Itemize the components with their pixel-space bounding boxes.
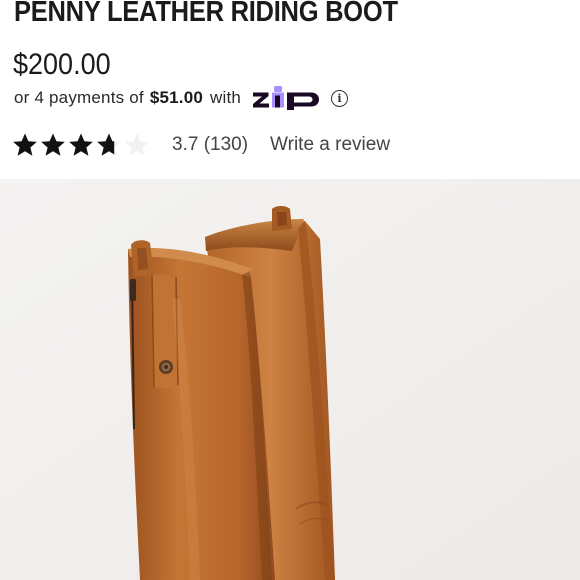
product-image[interactable] [0,179,580,580]
installment-prefix: or 4 payments of [14,88,144,107]
star-rating [12,132,152,158]
star-icon [97,133,121,156]
installment-suffix: with [210,88,242,107]
installment-offer: or 4 payments of $51.00 with zip i [14,86,349,110]
star-icon [125,133,149,156]
rating-summary: 3.7 (130) [172,134,249,155]
product-title: PENNY LEATHER RIDING BOOT [14,0,398,28]
star-icon [69,133,93,156]
star-icon [41,133,65,156]
info-icon[interactable]: i [331,89,349,107]
rating-row: 3.7 (130) Write a review [12,129,390,161]
star-icon [13,133,37,156]
product-price: $200.00 [13,48,111,81]
installment-amount: $51.00 [149,88,204,107]
write-review-link[interactable]: Write a review [270,134,390,156]
zip-logo[interactable]: zip [253,86,321,110]
